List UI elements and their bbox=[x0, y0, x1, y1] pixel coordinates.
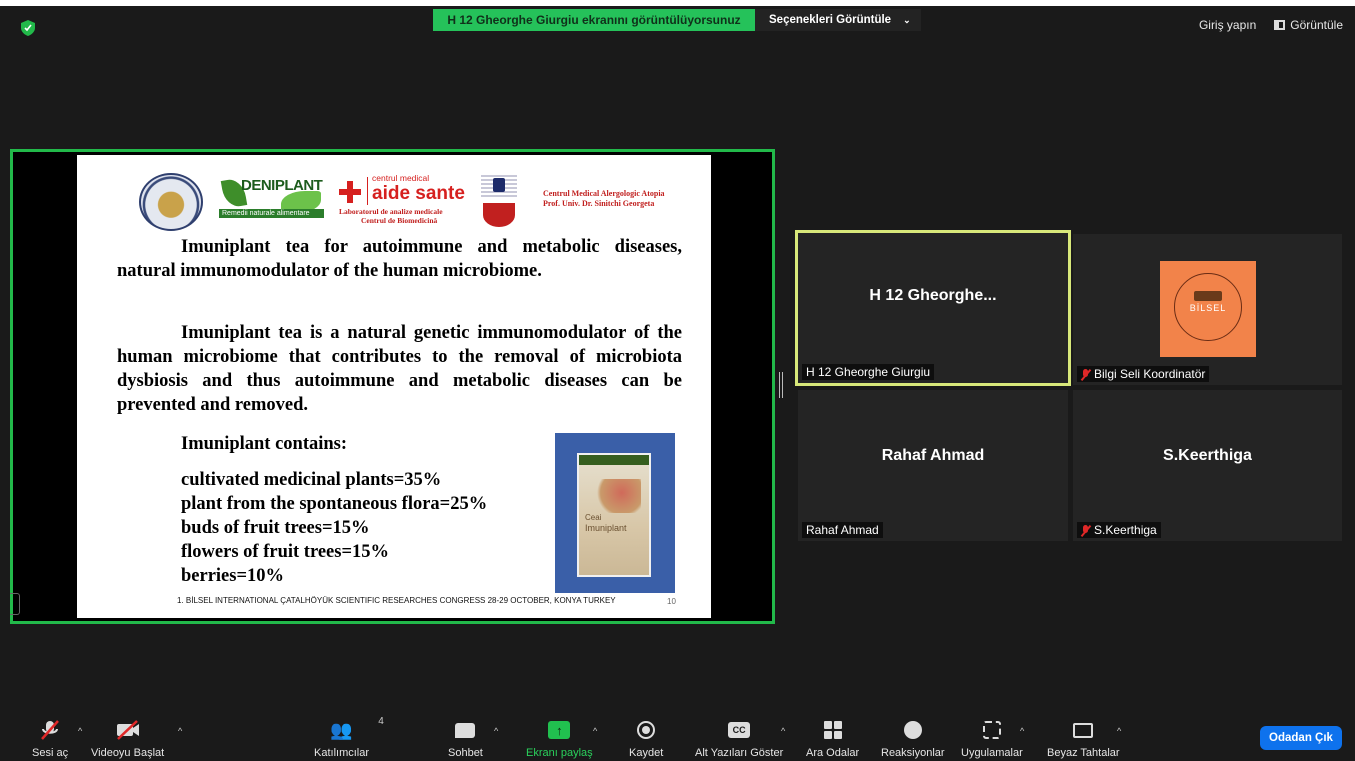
tea-package: Ceai Imuniplant bbox=[577, 453, 651, 577]
chevron-down-icon: ⌄ bbox=[903, 15, 911, 25]
resize-divider[interactable] bbox=[779, 372, 783, 398]
whiteboard-options-caret[interactable]: ^ bbox=[1117, 726, 1121, 736]
whiteboards-button[interactable]: Beyaz Tahtalar bbox=[1047, 712, 1120, 761]
atopia-logo-text: Centrul Medical Alergologic Atopia Prof.… bbox=[543, 189, 665, 208]
presentation-slide: DENIPLANT Remedii naturale alimentare ce… bbox=[77, 155, 711, 618]
slide-paragraph-1: Imuniplant tea for autoimmune and metabo… bbox=[117, 237, 682, 281]
list-item: plant from the spontaneous flora=25% bbox=[181, 494, 488, 514]
view-options-button[interactable]: Seçenekleri Görüntüle ⌄ bbox=[755, 9, 921, 31]
slide-contains-heading: Imuniplant contains: bbox=[181, 434, 348, 454]
participants-button[interactable]: 👥 4 Katılımcılar bbox=[314, 712, 384, 761]
aide-sante-logo: centrul medical aide sante Laboratorul d… bbox=[339, 173, 479, 231]
chat-icon bbox=[455, 722, 476, 738]
reactions-button[interactable]: Reaksiyonlar bbox=[881, 712, 945, 761]
viewing-share-label: H 12 Gheorghe Giurgiu ekranını görüntülü… bbox=[433, 9, 755, 31]
participant-tile[interactable]: BİLSEL Bilgi Seli Koordinatör bbox=[1073, 234, 1342, 385]
participant-display-name: Rahaf Ahmad bbox=[881, 446, 985, 464]
medical-cross-icon bbox=[339, 181, 361, 203]
emoji-plus-icon bbox=[903, 721, 922, 739]
participant-tile[interactable]: Rahaf Ahmad Rahaf Ahmad bbox=[798, 390, 1068, 541]
participant-display-name: S.Keerthiga bbox=[1163, 446, 1252, 464]
mic-off-icon bbox=[39, 718, 61, 742]
slide-footer: 1. BİLSEL INTERNATIONAL ÇATALHÖYÜK SCIEN… bbox=[177, 596, 616, 605]
screen-share-banner: H 12 Gheorghe Giurgiu ekranını görüntülü… bbox=[433, 9, 921, 31]
participant-label: Rahaf Ahmad bbox=[802, 522, 883, 538]
captions-button[interactable]: CC Alt Yazıları Göster bbox=[695, 712, 783, 761]
share-options-caret[interactable]: ^ bbox=[593, 726, 597, 736]
sign-in-link[interactable]: Giriş yapın bbox=[1199, 18, 1256, 32]
list-item: cultivated medicinal plants=35% bbox=[181, 470, 442, 490]
people-icon: 👥 bbox=[330, 719, 353, 740]
breakout-grid-icon bbox=[823, 721, 842, 739]
chat-button[interactable]: Sohbet bbox=[448, 712, 483, 761]
mic-muted-icon bbox=[1081, 368, 1090, 380]
participant-label: H 12 Gheorghe Giurgiu bbox=[802, 364, 935, 380]
leave-meeting-button[interactable]: Odadan Çık bbox=[1260, 726, 1342, 750]
apps-button[interactable]: Uygulamalar bbox=[961, 712, 1023, 761]
chat-options-caret[interactable]: ^ bbox=[494, 726, 498, 736]
participants-count: 4 bbox=[378, 716, 384, 727]
captions-options-caret[interactable]: ^ bbox=[781, 726, 785, 736]
participant-display-name: H 12 Gheorghe... bbox=[869, 287, 997, 304]
breakout-rooms-button[interactable]: Ara Odalar bbox=[806, 712, 859, 761]
deniplant-logo: DENIPLANT Remedii naturale alimentare bbox=[219, 177, 329, 223]
apps-icon bbox=[982, 721, 1001, 739]
participant-tile[interactable]: H 12 Gheorghe... H 12 Gheorghe Giurgiu bbox=[795, 230, 1071, 386]
view-label: Görüntüle bbox=[1290, 18, 1343, 32]
slide-logos: DENIPLANT Remedii naturale alimentare ce… bbox=[139, 171, 689, 233]
record-button[interactable]: Kaydet bbox=[629, 712, 663, 761]
unmute-button[interactable]: Sesi aç bbox=[32, 712, 68, 761]
camera-off-icon bbox=[115, 718, 141, 742]
deniplant-subtitle: Remedii naturale alimentare bbox=[219, 209, 324, 218]
aide-big-text: aide sante bbox=[372, 183, 465, 204]
view-button[interactable]: Görüntüle bbox=[1274, 18, 1343, 32]
participant-tile[interactable]: S.Keerthiga S.Keerthiga bbox=[1073, 390, 1342, 541]
list-item: flowers of fruit trees=15% bbox=[181, 542, 389, 562]
top-white-bar bbox=[0, 0, 1355, 6]
product-photo: Ceai Imuniplant bbox=[555, 433, 675, 593]
aide-small-text: centrul medical bbox=[372, 173, 430, 183]
video-options-caret[interactable]: ^ bbox=[178, 726, 182, 736]
start-video-button[interactable]: Videoyu Başlat bbox=[91, 712, 164, 761]
aide-bio-text: Centrul de Biomedicină bbox=[361, 216, 438, 225]
list-item: buds of fruit trees=15% bbox=[181, 518, 370, 538]
slide-page-number: 10 bbox=[667, 597, 676, 606]
university-seal-logo bbox=[139, 173, 203, 231]
meeting-toolbar: Sesi aç ^ Videoyu Başlat ^ 👥 4 Katılımcı… bbox=[0, 712, 1355, 761]
deniplant-wordmark: DENIPLANT bbox=[241, 177, 323, 194]
panel-toggle-handle[interactable] bbox=[10, 593, 20, 615]
ingredient-list: cultivated medicinal plants=35% plant fr… bbox=[181, 468, 487, 588]
whiteboard-icon bbox=[1073, 722, 1094, 738]
participant-label: Bilgi Seli Koordinatör bbox=[1077, 366, 1210, 382]
share-arrow-icon: ↑ bbox=[548, 721, 571, 739]
closed-captions-icon: CC bbox=[728, 722, 751, 738]
audio-options-caret[interactable]: ^ bbox=[78, 726, 82, 736]
shared-screen[interactable]: DENIPLANT Remedii naturale alimentare ce… bbox=[10, 149, 775, 624]
list-item: berries=10% bbox=[181, 566, 285, 586]
top-right-controls: Giriş yapın Görüntüle bbox=[1199, 18, 1343, 32]
faculty-logo bbox=[481, 175, 517, 227]
slide-paragraph-2: Imuniplant tea is a natural genetic immu… bbox=[117, 323, 682, 415]
participant-label: S.Keerthiga bbox=[1077, 522, 1161, 538]
apps-options-caret[interactable]: ^ bbox=[1020, 726, 1024, 736]
security-shield-icon[interactable] bbox=[21, 20, 35, 36]
share-screen-button[interactable]: ↑ Ekranı paylaş bbox=[526, 712, 593, 761]
mic-muted-icon bbox=[1081, 524, 1090, 536]
view-options-label: Seçenekleri Görüntüle bbox=[769, 14, 892, 26]
aide-lab-text: Laboratorul de analize medicale bbox=[339, 207, 443, 216]
record-icon bbox=[637, 721, 656, 739]
participant-avatar: BİLSEL bbox=[1160, 261, 1256, 357]
layout-view-icon bbox=[1274, 20, 1286, 30]
